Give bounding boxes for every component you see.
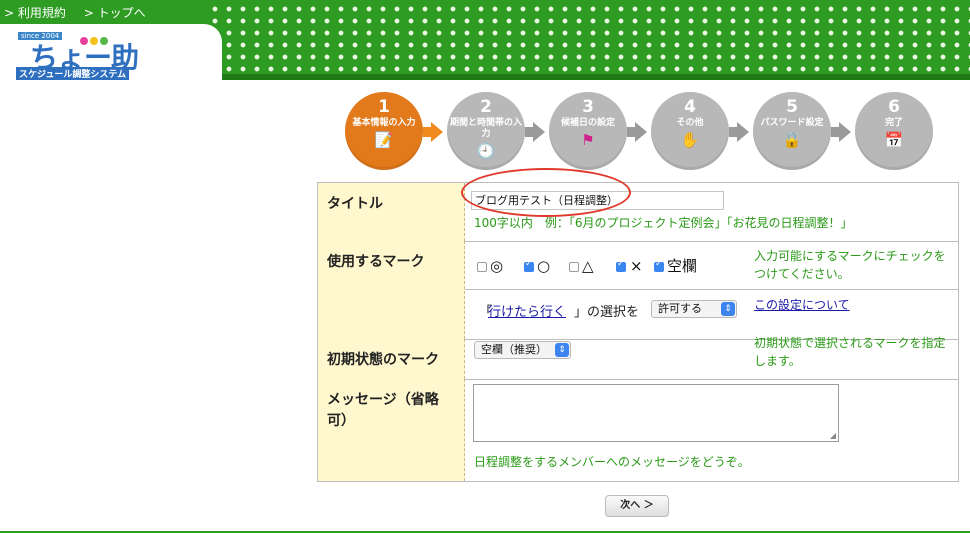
title-label-cell: タイトル [318,183,465,241]
step-2: 2 期間と時間帯の入力 🕘 [447,92,525,170]
mark-checkbox-circle[interactable] [524,259,534,272]
step-label: パスワード設定 [760,118,824,128]
event-form: タイトル ブログ用テスト（日程調整） 100字以内 例：「6月のプロジェクト定例… [317,182,959,482]
highlight-ellipse [461,168,631,217]
message-label-cell: メッセージ（省略可） [318,379,465,481]
settings-help-link[interactable]: この設定について [754,296,850,313]
marks-divider [465,289,958,290]
step-number: 2 [480,97,492,117]
step-number: 1 [378,97,390,117]
chevron-updown-icon: ⇕ [721,302,735,316]
step-arrow-icon [423,122,443,142]
step-label: 候補日の設定 [560,118,615,128]
marks-label: 使用するマーク [327,254,425,270]
circle-symbol: ○ [537,257,551,275]
message-row: メッセージ（省略可） ◢ 日程調整をするメンバーへのメッセージをどうぞ。 [318,379,958,481]
ikitara-link[interactable]: 行けたら行く [488,301,566,320]
marks-label-cell: 使用するマーク [318,241,465,339]
step-number: 5 [786,97,798,117]
step-arrow-icon [627,122,647,142]
ikitara-suffix: 」の選択を [574,305,640,320]
step-indicator: 1 基本情報の入力 📝 2 期間と時間帯の入力 🕘 3 候補日の設定 ⚑ 4 そ… [345,92,935,172]
step-4: 4 その他 ✋ [651,92,729,170]
notepad-pencil-icon: 📝 [374,131,394,149]
top-links: > 利用規約 > トップへ [4,4,160,21]
mark-checkbox-triangle[interactable] [569,262,579,272]
mark-checkbox-blank[interactable] [654,259,664,272]
step-arrow-icon [729,122,749,142]
initial-mark-label-cell: 初期状態のマーク [318,339,465,379]
site-header: > 利用規約 > トップへ since 2004 ちょー助 スケジュール調整シス… [0,0,970,80]
step-number: 6 [888,97,900,117]
glove-icon: ✋ [680,131,700,149]
cross-symbol: × [630,257,643,275]
initial-mark-select-value: 空欄（推奨） [481,343,547,356]
step-3: 3 候補日の設定 ⚑ [549,92,627,170]
next-button[interactable]: 次へ ＞ [605,495,669,517]
step-arrow-icon [831,122,851,142]
step-number: 3 [582,97,594,117]
calendar-check-icon: 📅 [884,131,904,149]
triangle-symbol: △ [582,257,594,275]
clock-icon: 🕘 [476,142,496,160]
step-arrow-icon [525,122,545,142]
title-label: タイトル [327,196,383,212]
chevron-updown-icon: ⇕ [555,343,569,357]
step-label: 基本情報の入力 [352,118,416,128]
initial-mark-note: 初期状態で選択されるマークを指定します。 [754,336,946,368]
ikitara-select-value: 許可する [658,302,702,315]
blank-symbol: 空欄 [667,257,698,275]
logo-subtitle: スケジュール調整システム [16,67,130,80]
logo-dots-icon [80,30,110,49]
step-1: 1 基本情報の入力 📝 [345,92,423,170]
title-row: タイトル ブログ用テスト（日程調整） 100字以内 例：「6月のプロジェクト定例… [318,183,958,242]
header-dot-pattern [205,0,970,80]
marks-row: 使用するマーク ◎ ○ △ × 空欄 入力可能にするマークにチェックをつけてくだ… [318,241,958,340]
padlock-icon: 🔒 [782,131,802,149]
flag-icon: ⚑ [581,131,595,149]
title-hint: 100字以内 例：「6月のプロジェクト定例会」「お花見の日程調整！」 [474,216,853,230]
message-hint: 日程調整をするメンバーへのメッセージをどうぞ。 [474,455,750,469]
step-label: その他 [676,118,704,128]
message-label: メッセージ（省略可） [327,392,439,429]
message-textarea[interactable]: ◢ [473,384,839,442]
mark-checkbox-double-circle[interactable] [477,262,487,272]
double-circle-symbol: ◎ [490,257,504,275]
initial-mark-label: 初期状態のマーク [327,352,439,368]
step-label: 完了 [884,118,903,128]
initial-mark-select[interactable]: 空欄（推奨） ⇕ [474,341,571,359]
step-number: 4 [684,97,696,117]
resize-handle-icon[interactable]: ◢ [830,431,836,440]
ikitara-select[interactable]: 許可する ⇕ [651,300,737,318]
top-page-link[interactable]: > トップへ [84,6,146,20]
step-label: 期間と時間帯の入力 [449,118,522,139]
step-6: 6 完了 📅 [855,92,933,170]
terms-link[interactable]: > 利用規約 [4,6,66,20]
mark-checkbox-cross[interactable] [616,259,626,272]
initial-mark-row: 初期状態のマーク 空欄（推奨） ⇕ 初期状態で選択されるマークを指定します。 [318,336,958,380]
step-5: 5 パスワード設定 🔒 [753,92,831,170]
marks-note: 入力可能にするマークにチェックをつけてください。 [754,249,946,281]
